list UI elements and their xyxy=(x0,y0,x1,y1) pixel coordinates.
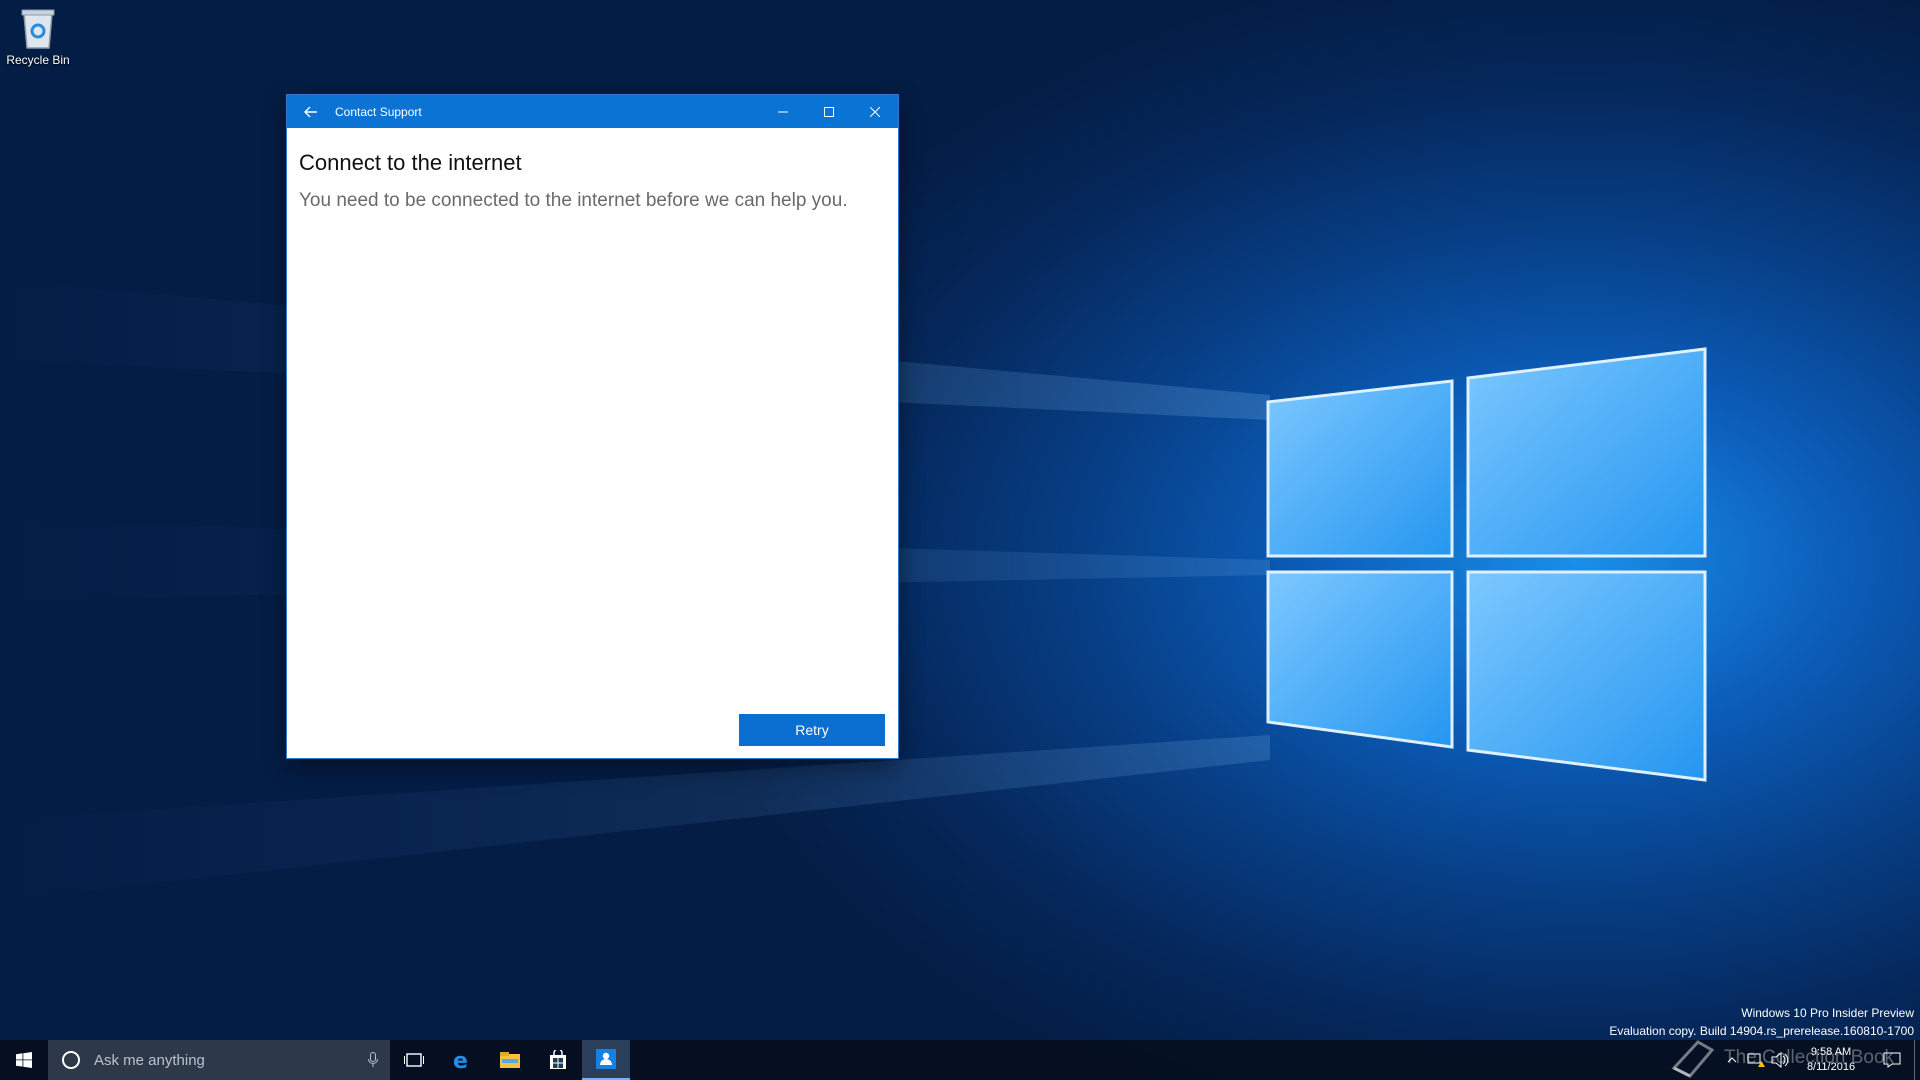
contact-support-icon xyxy=(596,1049,616,1069)
window-title: Contact Support xyxy=(335,104,422,119)
edge-button[interactable]: e xyxy=(438,1040,486,1080)
windows-logo xyxy=(1266,347,1707,782)
file-explorer-icon xyxy=(500,1052,520,1068)
title-bar[interactable]: Contact Support xyxy=(287,95,898,128)
book-logo-icon xyxy=(1671,1040,1715,1078)
windows-start-icon xyxy=(16,1052,32,1068)
collection-book-text: The Collection Book xyxy=(1724,1047,1895,1068)
show-desktop-button[interactable] xyxy=(1914,1040,1920,1080)
watermark-edition: Windows 10 Pro Insider Preview xyxy=(1741,1006,1914,1020)
search-placeholder: Ask me anything xyxy=(94,1051,205,1069)
store-button[interactable] xyxy=(534,1040,582,1080)
store-icon xyxy=(550,1050,566,1069)
cortana-search-box[interactable]: Ask me anything xyxy=(48,1040,390,1080)
svg-text:e: e xyxy=(453,1049,468,1071)
file-explorer-button[interactable] xyxy=(486,1040,534,1080)
start-button[interactable] xyxy=(0,1040,48,1080)
error-message: You need to be connected to the internet… xyxy=(299,190,848,211)
edge-icon: e xyxy=(453,1049,468,1071)
retry-button[interactable]: Retry xyxy=(739,714,885,746)
microphone-icon[interactable] xyxy=(356,1052,390,1068)
maximize-icon xyxy=(824,106,834,117)
page-heading: Connect to the internet xyxy=(299,150,522,175)
contact-support-window: Contact Support Connect to the internet … xyxy=(287,95,898,758)
cortana-icon xyxy=(48,1050,94,1070)
recycle-bin-icon xyxy=(18,6,58,50)
back-button[interactable] xyxy=(287,95,335,128)
task-view-button[interactable] xyxy=(390,1040,438,1080)
maximize-button[interactable] xyxy=(806,95,852,128)
recycle-bin[interactable]: Recycle Bin xyxy=(4,6,72,67)
minimize-button[interactable] xyxy=(760,95,806,128)
task-view-icon xyxy=(404,1053,424,1067)
collection-book-watermark: The Collection Book xyxy=(1670,1038,1894,1078)
taskbar: Ask me anything e 9:58 AM 8/11/2016 xyxy=(0,1040,1920,1080)
contact-support-taskbar-button[interactable] xyxy=(582,1040,630,1080)
build-watermark: Windows 10 Pro Insider Preview Evaluatio… xyxy=(1609,1004,1914,1040)
close-icon xyxy=(870,106,880,117)
minimize-icon xyxy=(778,111,788,112)
back-arrow-icon xyxy=(304,106,317,117)
recycle-bin-label: Recycle Bin xyxy=(6,53,70,67)
close-button[interactable] xyxy=(852,95,898,128)
